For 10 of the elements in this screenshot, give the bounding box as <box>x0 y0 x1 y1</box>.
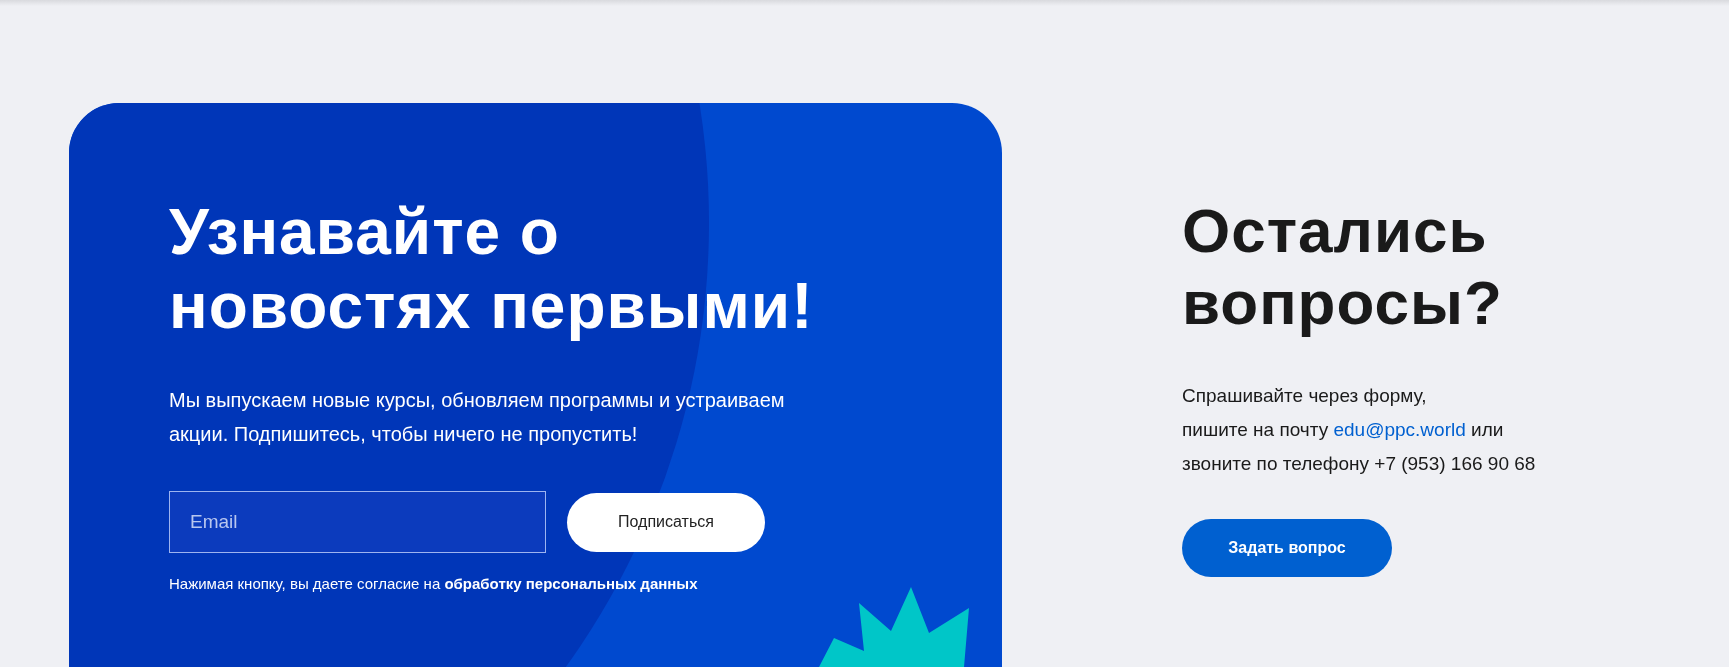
questions-title: Остались вопросы? <box>1182 195 1504 339</box>
subscribe-description: Мы выпускаем новые курсы, обновляем программы и устраиваем акции. Подпишитесь, чтобы ничего не пропустить! <box>169 388 786 447</box>
personal-data-link[interactable]: обработку персональных данных <box>444 575 698 592</box>
subscribe-button[interactable]: Подписаться <box>567 492 765 552</box>
email-field[interactable]: Email <box>169 491 546 553</box>
consent-text: Нажимая кнопку, вы даете согласие на обработку персональных данных <box>169 574 699 594</box>
subscribe-title: Узнавайте о новостях первыми! <box>169 195 815 343</box>
contact-text: Спрашивайте через форму, пишите на почту edu@ppc.world или звоните по телефону +7 (953) 166 90 68 <box>1182 384 1537 476</box>
ask-question-button[interactable]: Задать вопрос <box>1182 519 1392 577</box>
email-link[interactable]: edu@ppc.world <box>1333 419 1466 440</box>
